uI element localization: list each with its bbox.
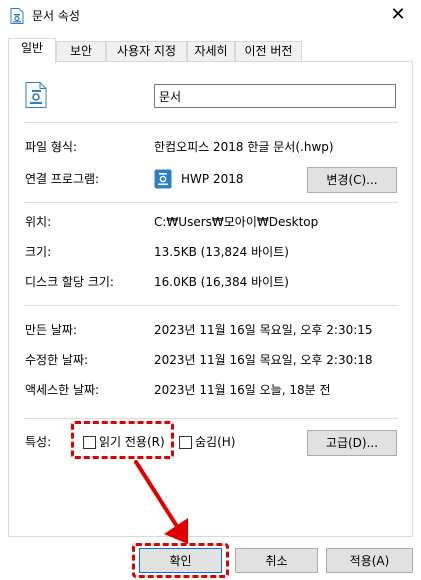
accessed-value: 2023년 11월 16일 오늘, 18분 전: [154, 383, 331, 397]
modified-label: 수정한 날짜:: [25, 353, 89, 367]
modified-value: 2023년 11월 16일 목요일, 오후 2:30:18: [154, 353, 373, 367]
separator: [25, 418, 398, 419]
file-type-value: 한컴오피스 2018 한글 문서(.hwp): [154, 140, 334, 154]
tab-details[interactable]: 자세히: [187, 41, 235, 62]
hidden-label: 숨김(H): [195, 435, 236, 449]
file-type-label: 파일 형식:: [25, 140, 78, 154]
created-label: 만든 날짜:: [25, 323, 78, 337]
hwp-app-icon: [154, 169, 172, 189]
size-value: 13.5KB (13,824 바이트): [154, 245, 289, 259]
ok-highlight-annotation: [132, 543, 229, 578]
size-on-disk-label: 디스크 할당 크기:: [25, 275, 114, 289]
location-value: C:₩Users₩모아이₩Desktop: [154, 215, 319, 229]
readonly-highlight-annotation: [71, 421, 174, 459]
size-label: 크기:: [25, 245, 52, 259]
general-panel: 파일 형식: 한컴오피스 2018 한글 문서(.hwp) 연결 프로그램: H…: [8, 61, 413, 537]
attributes-label: 특성:: [25, 435, 52, 449]
red-arrow-annotation: [134, 460, 188, 544]
separator: [25, 305, 398, 306]
title-bar: 문서 속성 ✕: [0, 0, 421, 32]
accessed-label: 액세스한 날짜:: [25, 383, 100, 397]
separator: [25, 202, 398, 203]
tab-security[interactable]: 보안: [56, 41, 106, 62]
window-title: 문서 속성: [32, 9, 80, 23]
cancel-button[interactable]: 취소: [235, 548, 318, 573]
opens-with-value: HWP 2018: [181, 172, 244, 186]
separator: [25, 122, 398, 123]
apply-button[interactable]: 적용(A): [326, 548, 413, 573]
close-icon: ✕: [390, 4, 406, 25]
hwp-document-icon: [25, 82, 47, 108]
opens-with-label: 연결 프로그램:: [25, 172, 100, 186]
file-name-input[interactable]: [154, 84, 396, 108]
hidden-checkbox-group[interactable]: 숨김(H): [179, 434, 235, 450]
change-program-button[interactable]: 변경(C)...: [307, 167, 397, 193]
location-label: 위치:: [25, 215, 52, 229]
size-on-disk-value: 16.0KB (16,384 바이트): [154, 275, 289, 289]
tab-strip: 일반 보안 사용자 지정 자세히 이전 버전: [8, 38, 413, 63]
close-button[interactable]: ✕: [375, 0, 421, 32]
hwp-document-icon: [10, 8, 24, 24]
advanced-button[interactable]: 고급(D)...: [307, 430, 397, 456]
tab-custom[interactable]: 사용자 지정: [106, 41, 187, 62]
tab-general[interactable]: 일반: [8, 38, 56, 63]
tab-previous-versions[interactable]: 이전 버전: [235, 41, 302, 62]
hidden-checkbox[interactable]: [179, 435, 192, 449]
created-value: 2023년 11월 16일 목요일, 오후 2:30:15: [154, 323, 373, 337]
